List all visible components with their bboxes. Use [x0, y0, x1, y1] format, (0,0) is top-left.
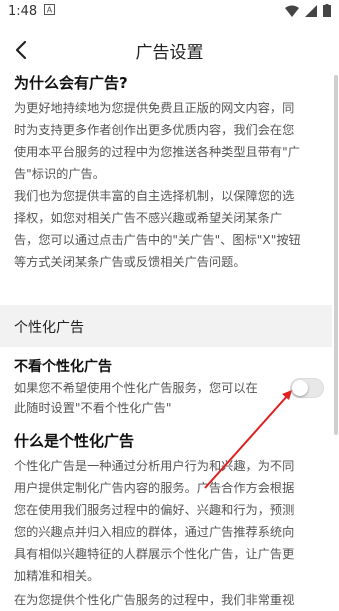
annotation-arrow: [204, 390, 292, 489]
